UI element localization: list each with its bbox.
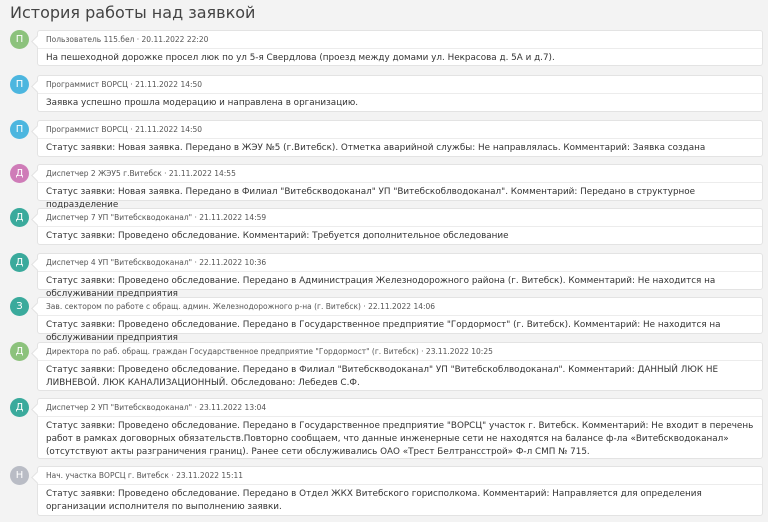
history-card: Нач. участка ВОРСЦ г. Витебск · 23.11.20… — [37, 466, 763, 516]
entry-author[interactable]: Диспетчер 2 ЖЭУ5 г.Витебск — [46, 169, 162, 178]
history-timeline: П Пользователь 115.бел · 20.11.2022 22:2… — [0, 30, 768, 522]
entry-date: 23.11.2022 15:11 — [176, 471, 244, 480]
history-entry: Д Диспетчер 2 УП "Витебскводоканал" · 23… — [0, 398, 768, 466]
history-card: Диспетчер 4 УП "Витебскводоканал" · 22.1… — [37, 253, 763, 299]
entry-meta: Диспетчер 4 УП "Витебскводоканал" · 22.1… — [46, 258, 267, 267]
entry-author[interactable]: Нач. участка ВОРСЦ г. Витебск — [46, 471, 169, 480]
entry-meta: Программист ВОРСЦ · 21.11.2022 14:50 — [46, 80, 203, 89]
history-card: Диспетчер 2 УП "Витебскводоканал" · 23.1… — [37, 398, 763, 459]
entry-date: 22.11.2022 14:06 — [368, 302, 436, 311]
avatar: Н — [10, 466, 29, 485]
entry-date: 21.11.2022 14:55 — [168, 169, 236, 178]
entry-text: Статус заявки: Проведено обследование. П… — [46, 320, 721, 343]
avatar: П — [10, 75, 29, 94]
avatar: Д — [10, 253, 29, 272]
entry-author[interactable]: Диспетчер 4 УП "Витебскводоканал" — [46, 258, 192, 267]
entry-author[interactable]: Пользователь 115.бел — [46, 35, 134, 44]
avatar: З — [10, 297, 29, 316]
entry-date: 23.11.2022 13:04 — [199, 403, 267, 412]
entry-date: 21.11.2022 14:59 — [199, 213, 267, 222]
entry-date: 23.11.2022 10:25 — [425, 347, 493, 356]
entry-meta: Диспетчер 7 УП "Витебскводоканал" · 21.1… — [46, 213, 267, 222]
avatar: П — [10, 120, 29, 139]
history-card: Программист ВОРСЦ · 21.11.2022 14:50 Зая… — [37, 75, 763, 112]
entry-meta: Директора по раб. обращ. граждан Государ… — [46, 347, 493, 356]
avatar: Д — [10, 208, 29, 227]
entry-text: Статус заявки: Проведено обследование. П… — [46, 489, 702, 512]
history-entry: П Программист ВОРСЦ · 21.11.2022 14:50 З… — [0, 75, 768, 120]
history-card: Программист ВОРСЦ · 21.11.2022 14:50 Ста… — [37, 120, 763, 157]
history-entry: Д Директора по раб. обращ. граждан Госуд… — [0, 342, 768, 398]
entry-meta: Диспетчер 2 ЖЭУ5 г.Витебск · 21.11.2022 … — [46, 169, 236, 178]
history-entry: Н Нач. участка ВОРСЦ г. Витебск · 23.11.… — [0, 466, 768, 522]
history-card: Директора по раб. обращ. граждан Государ… — [37, 342, 763, 391]
page-title: История работы над заявкой — [10, 3, 256, 22]
history-entry: Д Диспетчер 7 УП "Витебскводоканал" · 21… — [0, 208, 768, 253]
entry-date: 21.11.2022 14:50 — [135, 80, 203, 89]
entry-author[interactable]: Зав. сектором по работе с обращ. админ. … — [46, 302, 361, 311]
entry-meta: Программист ВОРСЦ · 21.11.2022 14:50 — [46, 125, 203, 134]
entry-text: Статус заявки: Проведено обследование. П… — [46, 421, 754, 457]
entry-author[interactable]: Диспетчер 2 УП "Витебскводоканал" — [46, 403, 192, 412]
entry-text: Заявка успешно прошла модерацию и направ… — [46, 98, 359, 108]
history-card: Диспетчер 2 ЖЭУ5 г.Витебск · 21.11.2022 … — [37, 164, 763, 210]
avatar: Д — [10, 342, 29, 361]
entry-meta: Нач. участка ВОРСЦ г. Витебск · 23.11.20… — [46, 471, 244, 480]
entry-meta: Пользователь 115.бел · 20.11.2022 22:20 — [46, 35, 209, 44]
entry-text: Статус заявки: Проведено обследование. П… — [46, 365, 719, 388]
entry-date: 20.11.2022 22:20 — [141, 35, 209, 44]
entry-author[interactable]: Директора по раб. обращ. граждан Государ… — [46, 347, 419, 356]
entry-meta: Диспетчер 2 УП "Витебскводоканал" · 23.1… — [46, 403, 267, 412]
avatar: Д — [10, 398, 29, 417]
history-card: Пользователь 115.бел · 20.11.2022 22:20 … — [37, 30, 763, 66]
entry-date: 22.11.2022 10:36 — [199, 258, 267, 267]
history-entry: З Зав. сектором по работе с обращ. админ… — [0, 297, 768, 343]
history-entry: П Программист ВОРСЦ · 21.11.2022 14:50 С… — [0, 120, 768, 164]
avatar: Д — [10, 164, 29, 183]
history-entry: П Пользователь 115.бел · 20.11.2022 22:2… — [0, 30, 768, 75]
entry-text: Статус заявки: Новая заявка. Передано в … — [46, 143, 706, 153]
history-card: Диспетчер 7 УП "Витебскводоканал" · 21.1… — [37, 208, 763, 245]
entry-date: 21.11.2022 14:50 — [135, 125, 203, 134]
history-entry: Д Диспетчер 2 ЖЭУ5 г.Витебск · 21.11.202… — [0, 164, 768, 210]
history-card: Зав. сектором по работе с обращ. админ. … — [37, 297, 763, 343]
entry-author[interactable]: Диспетчер 7 УП "Витебскводоканал" — [46, 213, 192, 222]
entry-meta: Зав. сектором по работе с обращ. админ. … — [46, 302, 436, 311]
avatar: П — [10, 30, 29, 49]
entry-author[interactable]: Программист ВОРСЦ — [46, 80, 128, 89]
entry-author[interactable]: Программист ВОРСЦ — [46, 125, 128, 134]
entry-text: Статус заявки: Проведено обследование. К… — [46, 231, 509, 241]
history-entry: Д Диспетчер 4 УП "Витебскводоканал" · 22… — [0, 253, 768, 299]
entry-text: На пешеходной дорожке просел люк по ул 5… — [46, 53, 555, 63]
